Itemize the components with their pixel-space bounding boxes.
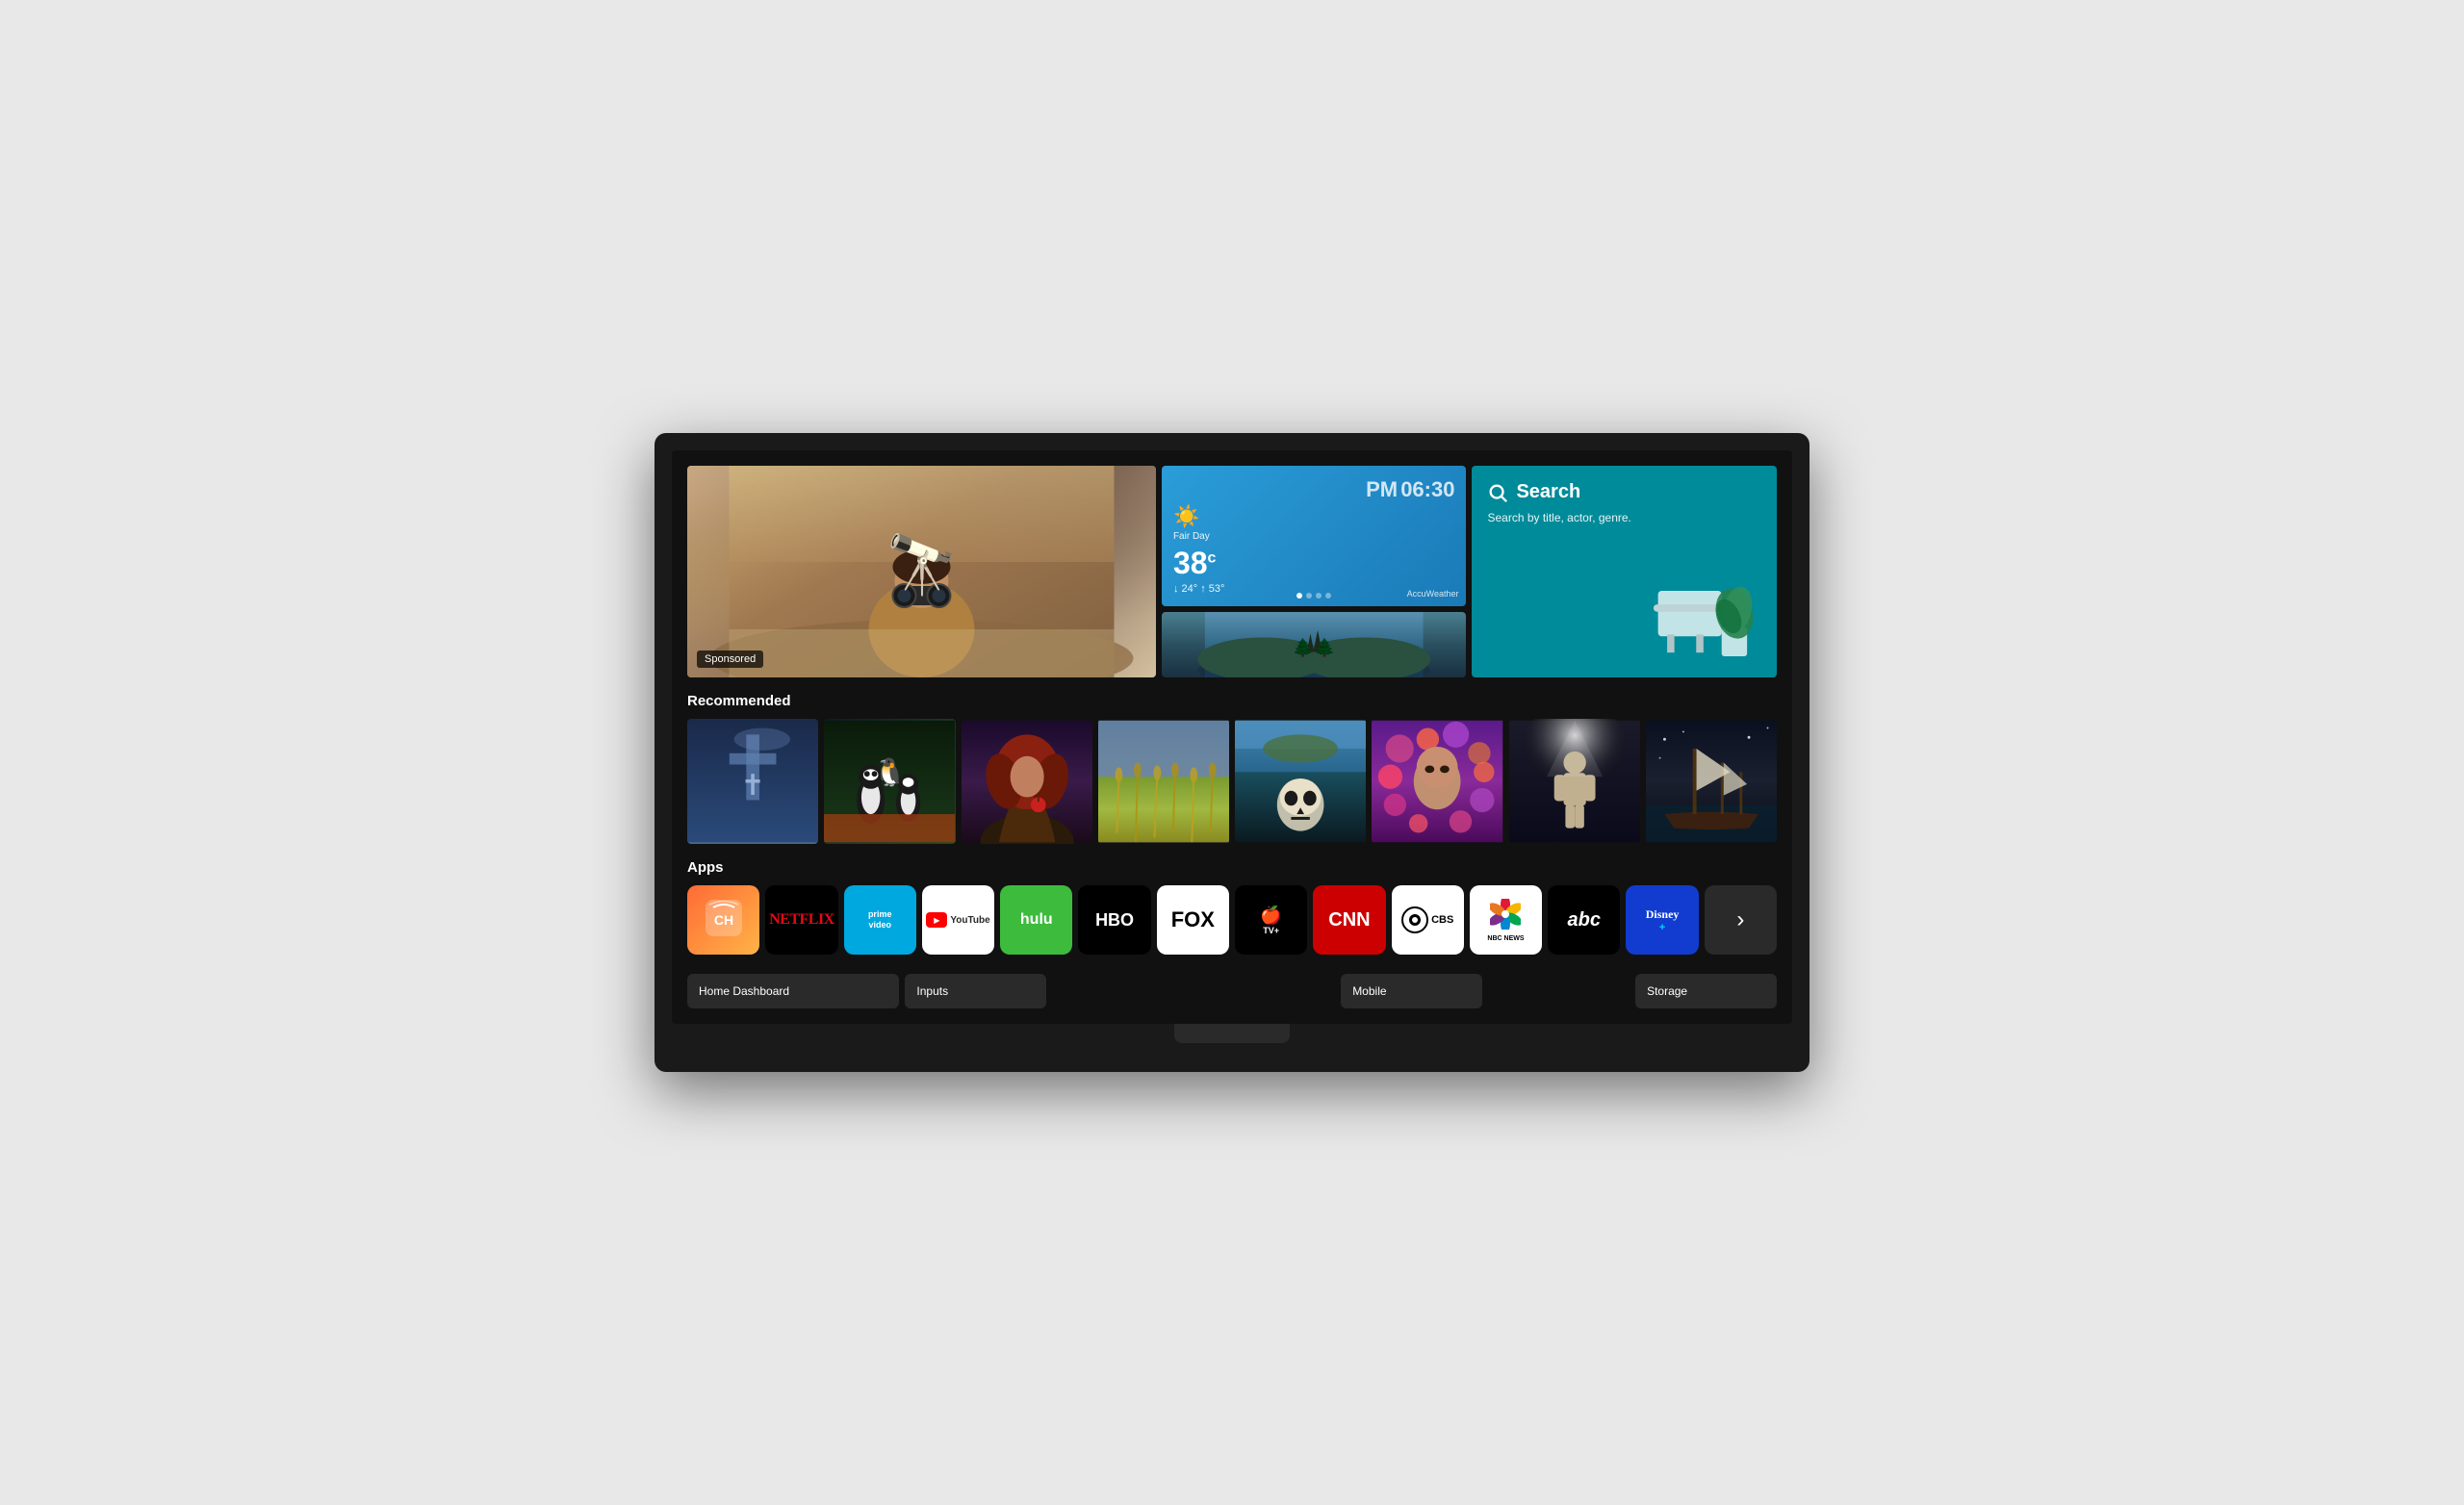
rec-item-6[interactable]: [1372, 719, 1502, 844]
hero-middle: PM 06:30 ☀️ Fair Day 38c ↓: [1162, 466, 1467, 677]
rec-item-1[interactable]: [687, 719, 818, 844]
rec-item-7[interactable]: [1509, 719, 1640, 844]
rec-item-2[interactable]: [824, 719, 955, 844]
prime-logo: primevideo: [868, 909, 892, 931]
nav-mobile[interactable]: Mobile: [1341, 974, 1482, 1008]
apps-grid: CH NETFLIX prime: [687, 885, 1777, 955]
cbs-eye-icon: [1401, 906, 1428, 933]
more-icon: ›: [1736, 906, 1744, 933]
recommended-section: Recommended: [687, 693, 1777, 844]
app-hulu[interactable]: hulu: [1000, 885, 1072, 955]
tv-frame: Sponsored PM 06:30 ☀️ Fair Day: [654, 433, 1810, 1072]
nav-blank-2: [1488, 974, 1630, 1008]
abc-logo: abc: [1564, 906, 1604, 935]
appletv-logo: 🍎 TV+: [1260, 906, 1281, 935]
accuweather-badge: AccuWeather: [1407, 589, 1459, 599]
apps-title: Apps: [687, 859, 1777, 876]
weather-clock: 06:30: [1400, 477, 1454, 501]
nbc-peacock-icon: [1490, 899, 1521, 930]
app-disney[interactable]: Disney +: [1626, 885, 1698, 955]
youtube-play-icon: [926, 912, 947, 928]
landscape-card[interactable]: [1162, 612, 1467, 677]
nbc-logo: NBC NEWS: [1487, 899, 1524, 942]
search-card[interactable]: Search Search by title, actor, genre.: [1472, 466, 1777, 677]
bottom-nav: Home Dashboard Inputs Mobile Storage: [687, 970, 1777, 1008]
app-appletv[interactable]: 🍎 TV+: [1235, 885, 1307, 955]
nav-storage[interactable]: Storage: [1635, 974, 1777, 1008]
app-prime-video[interactable]: primevideo: [844, 885, 916, 955]
search-title: Search: [1487, 481, 1761, 503]
weather-dot-2: [1306, 593, 1312, 599]
netflix-logo: NETFLIX: [765, 907, 837, 932]
weather-dot-1: [1296, 593, 1302, 599]
cbs-logo: CBS: [1401, 906, 1453, 933]
fox-logo: FOX: [1168, 904, 1219, 936]
disney-logo: Disney +: [1646, 907, 1680, 933]
app-more[interactable]: ›: [1705, 885, 1777, 955]
hulu-logo: hulu: [1016, 907, 1057, 932]
app-abc[interactable]: abc: [1548, 885, 1620, 955]
youtube-logo: YouTube: [926, 912, 989, 928]
rec-item-4[interactable]: [1098, 719, 1229, 844]
rec-item-5[interactable]: [1235, 719, 1366, 844]
weather-dots: [1296, 593, 1331, 599]
cnn-logo: CNN: [1324, 906, 1373, 935]
hero-sponsored[interactable]: Sponsored: [687, 466, 1156, 677]
recommended-grid: [687, 719, 1777, 844]
app-nbc-news[interactable]: NBC NEWS: [1470, 885, 1542, 955]
search-decoration: [1604, 514, 1767, 668]
weather-dot-4: [1325, 593, 1331, 599]
app-hbo[interactable]: HBO: [1078, 885, 1150, 955]
nav-blank-1: [1052, 974, 1335, 1008]
sponsored-badge: Sponsored: [697, 650, 763, 668]
main-content: Sponsored PM 06:30 ☀️ Fair Day: [672, 450, 1792, 1024]
app-cnn[interactable]: CNN: [1313, 885, 1385, 955]
weather-temperature: 38c: [1173, 546, 1224, 581]
search-subtitle: Search by title, actor, genre.: [1487, 511, 1761, 524]
weather-range: ↓ 24° ↑ 53°: [1173, 583, 1224, 595]
nav-inputs[interactable]: Inputs: [905, 974, 1046, 1008]
hbo-logo: HBO: [1091, 906, 1138, 934]
weather-period: PM: [1366, 477, 1398, 501]
youtube-text: YouTube: [950, 915, 989, 926]
nav-home-dashboard[interactable]: Home Dashboard: [687, 974, 899, 1008]
search-icon: [1487, 482, 1508, 503]
tv-screen: Sponsored PM 06:30 ☀️ Fair Day: [672, 450, 1792, 1024]
weather-dot-3: [1316, 593, 1322, 599]
weather-time: PM 06:30: [1173, 477, 1455, 502]
ch-logo: CH: [706, 900, 742, 936]
apps-section: Apps CH: [687, 859, 1777, 955]
svg-text:CH: CH: [714, 912, 733, 928]
recommended-title: Recommended: [687, 693, 1777, 709]
app-ch[interactable]: CH: [687, 885, 759, 955]
app-netflix[interactable]: NETFLIX: [765, 885, 837, 955]
tv-stand: [1174, 1024, 1290, 1043]
rec-item-8[interactable]: [1646, 719, 1777, 844]
weather-card[interactable]: PM 06:30 ☀️ Fair Day 38c ↓: [1162, 466, 1467, 606]
app-youtube[interactable]: YouTube: [922, 885, 994, 955]
app-fox[interactable]: FOX: [1157, 885, 1229, 955]
hero-section: Sponsored PM 06:30 ☀️ Fair Day: [687, 466, 1777, 677]
hero-image: [687, 466, 1156, 677]
rec-item-3[interactable]: [962, 719, 1092, 844]
weather-condition: Fair Day: [1173, 531, 1224, 542]
app-cbs[interactable]: CBS: [1392, 885, 1464, 955]
weather-icon: ☀️: [1173, 504, 1224, 529]
